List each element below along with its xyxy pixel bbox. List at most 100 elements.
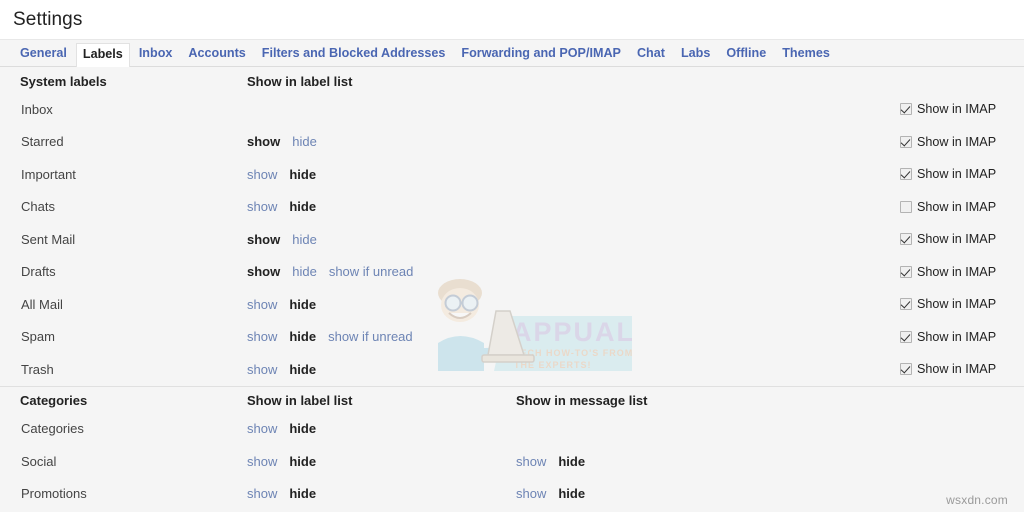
option-show-if-unread[interactable]: show if unread	[328, 329, 413, 344]
label-list-options: show hide	[247, 199, 516, 214]
imap-column: Show in IMAP	[896, 167, 1024, 181]
show-in-imap-checkbox[interactable]	[900, 265, 912, 278]
show-in-imap-checkbox[interactable]	[900, 298, 912, 311]
label-name: Drafts	[21, 264, 56, 280]
option-show[interactable]: show	[247, 454, 277, 469]
label-name: Inbox	[21, 101, 53, 117]
option-show[interactable]: show	[247, 297, 277, 312]
imap-column: Show in IMAP	[896, 200, 1024, 214]
section-header-row: System labels Show in label list	[0, 67, 1024, 93]
message-list-options: show hide	[516, 486, 896, 501]
option-hide: hide	[289, 361, 317, 377]
corner-watermark: wsxdn.com	[946, 493, 1008, 507]
imap-column: Show in IMAP	[896, 265, 1024, 279]
tab-offline[interactable]: Offline	[719, 42, 773, 66]
option-hide: hide	[558, 453, 586, 469]
labels-section: System labels Show in label list Inbox Show…	[0, 67, 1024, 386]
option-show[interactable]: show	[247, 362, 277, 377]
labels-settings-content: System labels Show in label list Inbox Show…	[0, 67, 1024, 512]
imap-column: Show in IMAP	[896, 135, 1024, 149]
imap-column: Show in IMAP	[896, 330, 1024, 344]
label-row: Drafts show hide show if unread Show in IMAP	[0, 256, 1024, 289]
label-list-options: show hide	[247, 362, 516, 377]
label-list-options: show hide	[247, 454, 516, 469]
option-hide: hide	[289, 329, 317, 345]
label-name: Trash	[21, 361, 54, 377]
option-show[interactable]: show	[247, 486, 277, 501]
tab-forwarding-and-pop-imap[interactable]: Forwarding and POP/IMAP	[454, 42, 628, 66]
label-row: Starred show hide Show in IMAP	[0, 126, 1024, 159]
message-list-options: show hide	[516, 454, 896, 469]
tab-filters-and-blocked-addresses[interactable]: Filters and Blocked Addresses	[255, 42, 453, 66]
show-in-imap-label: Show in IMAP	[917, 167, 997, 182]
option-hide: hide	[289, 199, 317, 215]
label-name: Starred	[21, 134, 64, 150]
tab-general[interactable]: General	[13, 42, 74, 66]
option-show[interactable]: show	[516, 486, 546, 501]
label-row: Chats show hide Show in IMAP	[0, 191, 1024, 224]
label-row: All Mail show hide Show in IMAP	[0, 288, 1024, 321]
option-hide[interactable]: hide	[292, 134, 317, 149]
label-name: Spam	[21, 329, 55, 345]
tab-chat[interactable]: Chat	[630, 42, 672, 66]
show-in-imap-label: Show in IMAP	[917, 264, 997, 279]
option-show: show	[247, 134, 281, 150]
section-title: Categories	[20, 393, 88, 408]
imap-column: Show in IMAP	[896, 297, 1024, 311]
label-list-options: show hide	[247, 167, 516, 182]
show-in-imap-label: Show in IMAP	[917, 362, 997, 377]
label-name: Categories	[21, 421, 84, 437]
option-show: show	[247, 264, 281, 280]
option-hide: hide	[558, 486, 586, 502]
tab-themes[interactable]: Themes	[775, 42, 837, 66]
tab-labels[interactable]: Labels	[75, 43, 130, 67]
option-show[interactable]: show	[247, 329, 277, 344]
label-name: Chats	[21, 199, 55, 215]
show-in-imap-label: Show in IMAP	[917, 199, 997, 214]
option-show[interactable]: show	[247, 167, 277, 182]
option-show-if-unread[interactable]: show if unread	[329, 264, 414, 279]
column-header-label-list: Show in label list	[247, 393, 353, 408]
show-in-imap-checkbox[interactable]	[900, 330, 912, 343]
show-in-imap-checkbox[interactable]	[900, 103, 912, 116]
tab-labs[interactable]: Labs	[674, 42, 717, 66]
option-hide[interactable]: hide	[292, 264, 317, 279]
tab-accounts[interactable]: Accounts	[181, 42, 252, 66]
label-list-options: show hide	[247, 134, 516, 149]
option-hide: hide	[289, 166, 317, 182]
imap-column: Show in IMAP	[896, 232, 1024, 246]
label-list-options: show hide show if unread	[247, 264, 516, 279]
label-row: Important show hide Show in IMAP	[0, 158, 1024, 191]
column-header-label-list: Show in label list	[247, 73, 353, 89]
label-list-options: show hide	[247, 486, 516, 501]
section-header-row: Categories Show in label list Show in mess…	[0, 387, 1024, 413]
show-in-imap-label: Show in IMAP	[917, 134, 997, 149]
label-row: Sent Mail show hide Show in IMAP	[0, 223, 1024, 256]
option-show[interactable]: show	[247, 199, 277, 214]
settings-tab-bar: General Labels Inbox Accounts Filters and Bl…	[0, 40, 1024, 67]
label-row: Categories show hide	[0, 413, 1024, 446]
show-in-imap-checkbox[interactable]	[900, 233, 912, 246]
option-hide: hide	[289, 296, 317, 312]
label-list-options: show hide	[247, 421, 516, 436]
settings-header: Settings	[0, 0, 1024, 40]
option-hide[interactable]: hide	[292, 232, 317, 247]
label-name: Social	[21, 453, 57, 469]
tab-inbox[interactable]: Inbox	[132, 42, 180, 66]
option-show[interactable]: show	[247, 421, 277, 436]
label-row: Trash show hide Show in IMAP	[0, 353, 1024, 386]
show-in-imap-checkbox[interactable]	[900, 135, 912, 148]
show-in-imap-checkbox[interactable]	[900, 200, 912, 213]
option-show: show	[247, 231, 281, 247]
label-row: Spam show hide show if unread Show in IMAP	[0, 321, 1024, 354]
label-name: Sent Mail	[21, 231, 76, 247]
show-in-imap-label: Show in IMAP	[917, 232, 997, 247]
label-name: Important	[21, 166, 76, 182]
label-row: Social show hide show hide	[0, 445, 1024, 478]
option-show[interactable]: show	[516, 454, 546, 469]
show-in-imap-checkbox[interactable]	[900, 168, 912, 181]
show-in-imap-checkbox[interactable]	[900, 363, 912, 376]
option-hide: hide	[289, 486, 317, 502]
label-list-options: show hide	[247, 297, 516, 312]
label-list-options: show hide show if unread	[247, 329, 516, 344]
